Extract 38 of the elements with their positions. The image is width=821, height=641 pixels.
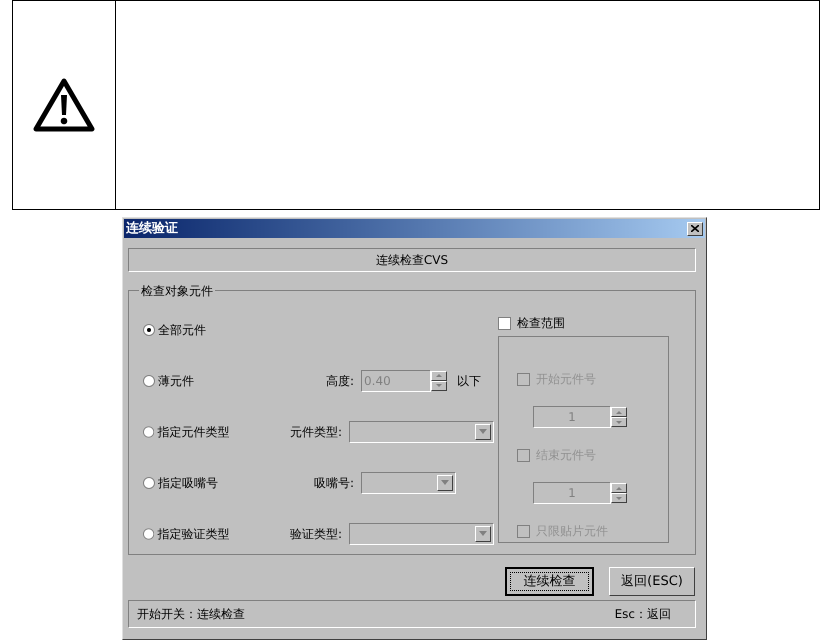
window-title: 连续验证	[126, 220, 178, 238]
up-arrow-icon	[614, 484, 624, 492]
checkbox-label: 检查范围	[517, 315, 565, 332]
dialog-button[interactable]: 连续检查	[505, 567, 594, 596]
warning-icon	[32, 77, 96, 133]
spin-button[interactable]	[611, 493, 627, 503]
dropdown-arrow-icon	[441, 480, 449, 485]
unit-label: 以下	[457, 372, 481, 390]
dropdown-arrow-icon	[479, 429, 487, 434]
field-label: 元件类型:	[289, 424, 342, 440]
dialog-button[interactable]: 返回(ESC)	[609, 567, 695, 596]
field-label: 高度:	[324, 372, 354, 390]
field-label: 吸嘴号:	[312, 474, 354, 492]
checkbox[interactable]	[498, 316, 511, 330]
status-text: Esc：返回	[614, 606, 671, 623]
radio-button[interactable]	[143, 324, 155, 336]
radio-label: 指定元件类型	[157, 424, 230, 440]
spin-button[interactable]	[431, 370, 447, 380]
spin-button[interactable]	[611, 407, 627, 417]
close-icon	[691, 225, 699, 232]
up-arrow-icon	[614, 408, 624, 416]
radio-label: 薄元件	[158, 372, 195, 390]
group-title: 检查对象元件	[139, 282, 215, 300]
spin-button[interactable]	[611, 483, 627, 493]
up-arrow-icon	[434, 372, 444, 379]
radio-label: 指定吸嘴号	[158, 474, 219, 492]
radio-label: 全部元件	[158, 322, 207, 338]
status-text: 开始开关：连续检查	[137, 606, 245, 623]
radio-label: 指定验证类型	[157, 526, 230, 542]
down-arrow-icon	[434, 382, 444, 389]
dropdown-arrow-icon	[479, 531, 487, 536]
spin-button[interactable]	[611, 417, 627, 427]
field-label: 验证类型:	[289, 526, 342, 542]
down-arrow-icon	[614, 418, 624, 426]
close-button[interactable]	[687, 222, 703, 236]
header-text: 连续检查CVS	[376, 252, 448, 269]
spin-button[interactable]	[431, 380, 447, 390]
down-arrow-icon	[614, 494, 624, 502]
